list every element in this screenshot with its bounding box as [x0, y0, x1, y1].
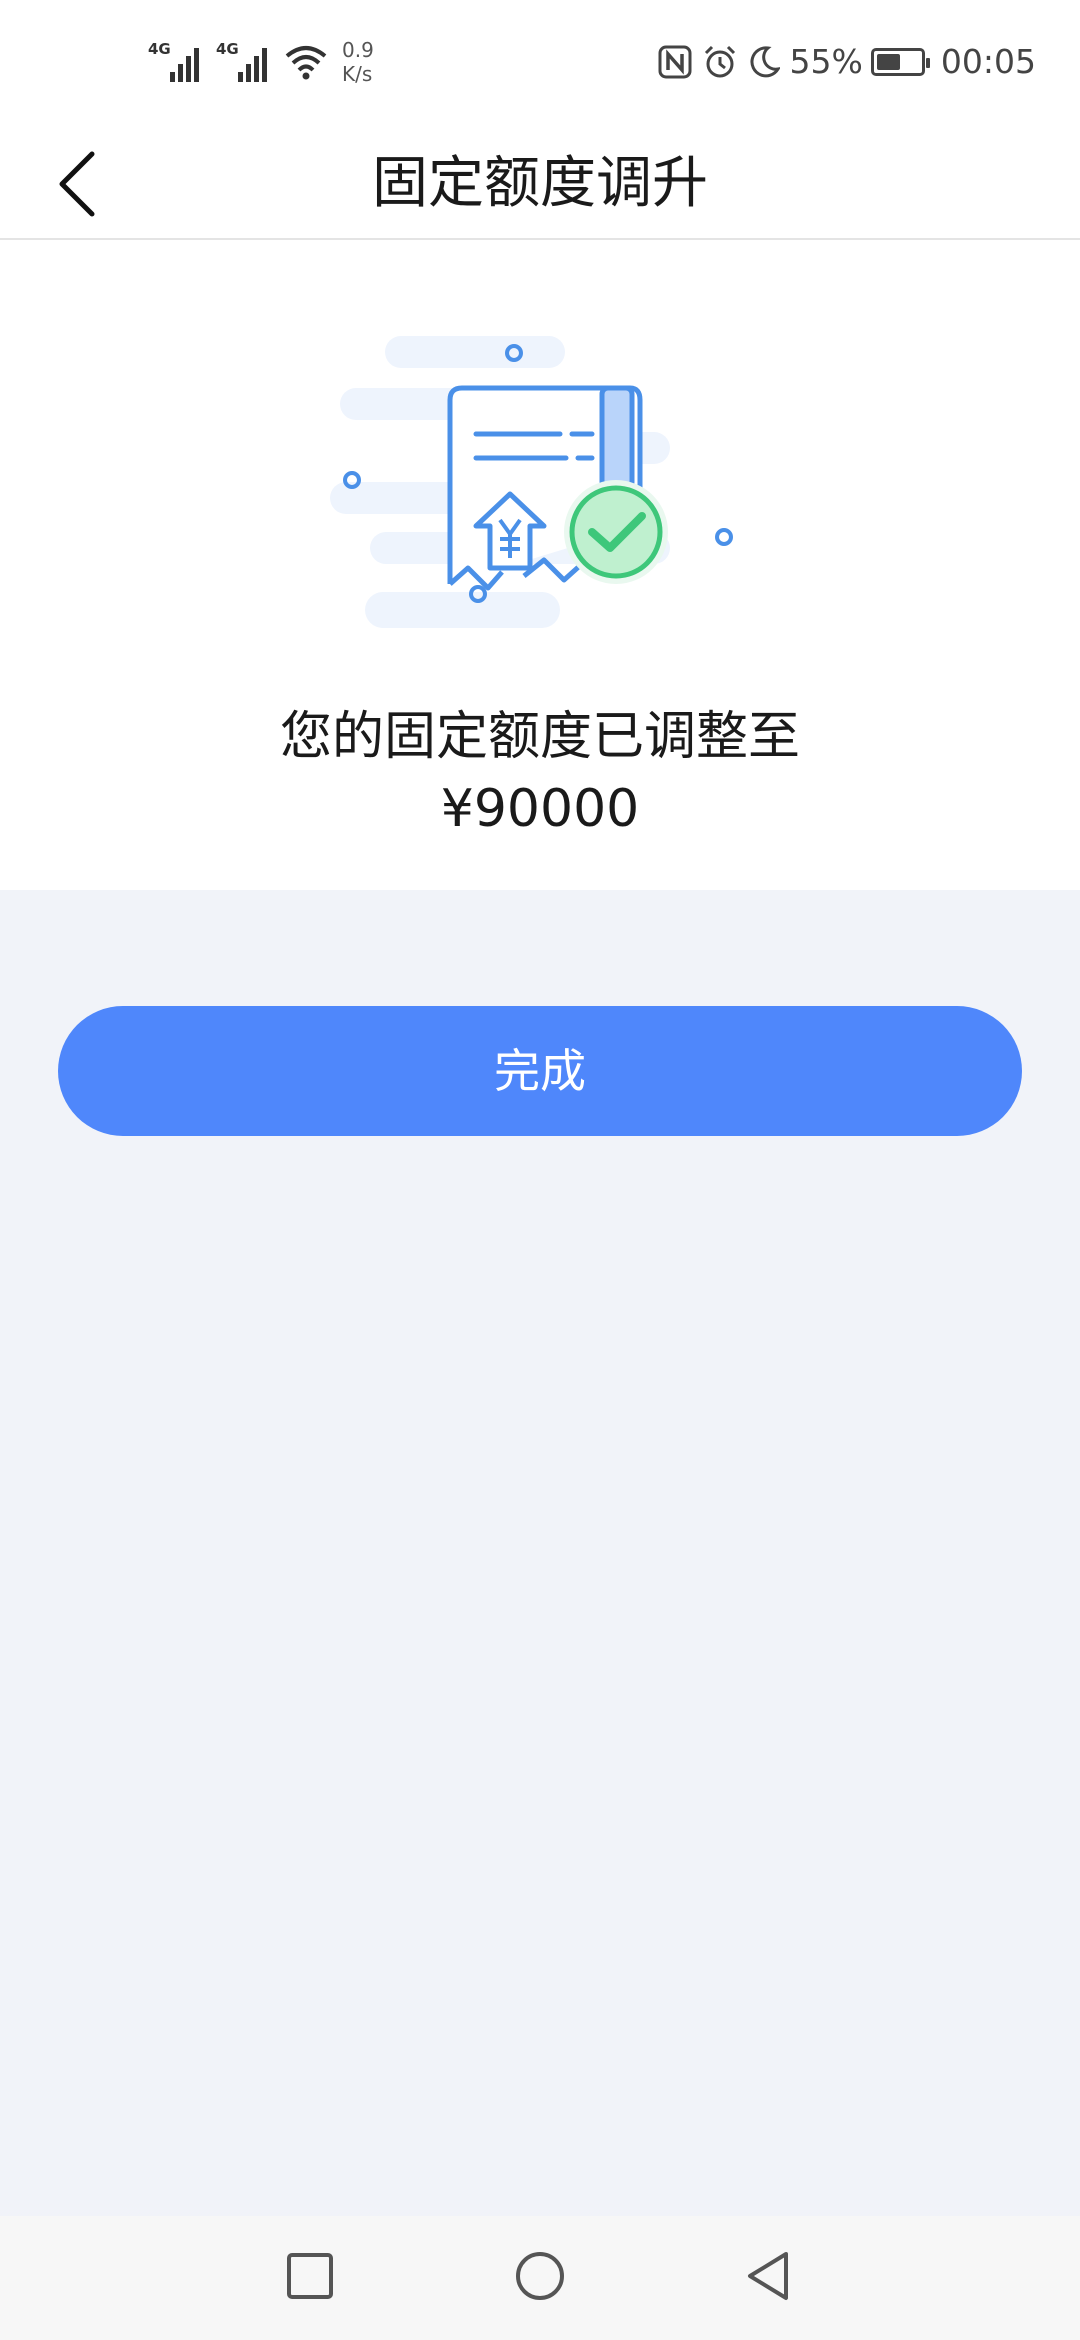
signal-icon-2: 4G [216, 40, 270, 82]
back-icon[interactable] [744, 2250, 792, 2302]
alarm-icon [704, 45, 735, 77]
status-bar: 4G 4G 0.9 K/s 55% 00:05 [0, 0, 1080, 130]
result-message: 您的固定额度已调整至 [279, 707, 800, 767]
battery-percent: 55% [789, 42, 863, 81]
result-card: 您的固定额度已调整至 ¥90000 [0, 240, 1080, 890]
status-right: 55% 00:05 [658, 42, 1036, 81]
speed-unit: K/s [342, 62, 373, 86]
nav-bar: 固定额度调升 [0, 130, 1080, 240]
network-speed: 0.9 K/s [342, 38, 374, 86]
wifi-icon [285, 46, 327, 80]
limit-amount: ¥90000 [440, 779, 640, 839]
done-button[interactable]: 完成 [58, 1006, 1022, 1136]
nfc-icon [658, 45, 692, 78]
system-nav-bar [0, 2216, 1080, 2340]
home-icon[interactable] [514, 2250, 566, 2302]
receipt-success-illustration [330, 336, 733, 628]
clock: 00:05 [940, 42, 1036, 81]
moon-icon [750, 45, 780, 77]
speed-value: 0.9 [342, 38, 374, 62]
signal-icon: 4G [148, 40, 202, 82]
battery-icon [870, 47, 930, 76]
network-type-2: 4G [216, 40, 239, 58]
status-left: 4G 4G 0.9 K/s [148, 38, 374, 86]
page-title: 固定额度调升 [372, 151, 708, 216]
network-type: 4G [148, 40, 171, 58]
recent-apps-icon[interactable] [286, 2250, 334, 2302]
